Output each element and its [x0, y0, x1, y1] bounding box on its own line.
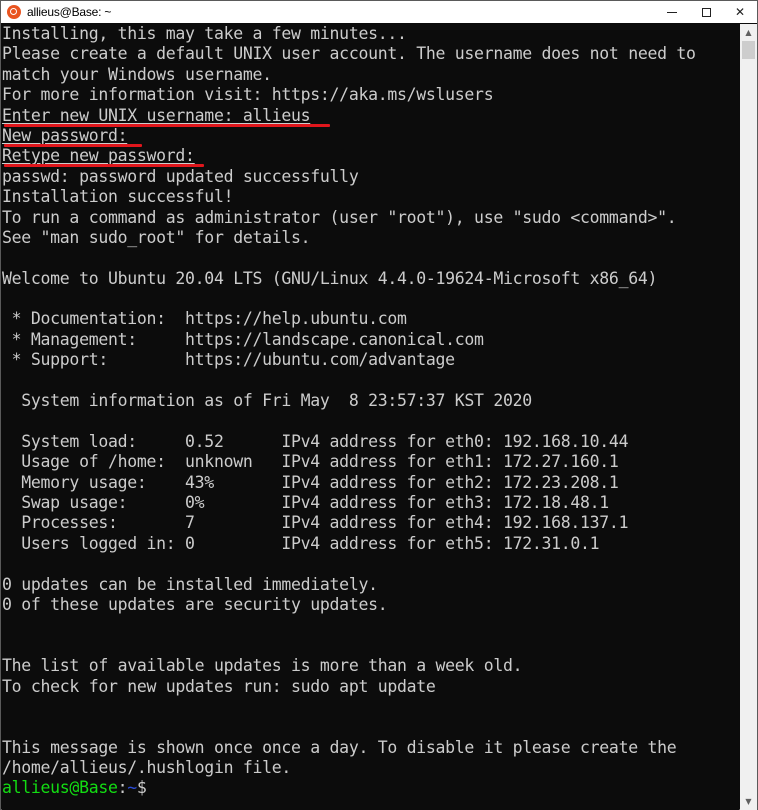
terminal-line: Installing, this may take a few minutes.… [2, 24, 739, 44]
prompt-symbol: $ [136, 778, 147, 798]
terminal-window: allieus@Base: ~ ✕ Installing, this may t… [0, 0, 758, 810]
terminal-line-text: match your Windows username. [2, 64, 272, 84]
terminal-line: See "man sudo_root" for details. [2, 228, 739, 248]
window-title: allieus@Base: ~ [27, 5, 112, 19]
terminal-line-text: 0 of these updates are security updates. [2, 594, 388, 614]
chevron-down-icon: ▼ [745, 797, 752, 806]
terminal-line-text: 0 updates can be installed immediately. [2, 574, 378, 594]
vertical-scrollbar[interactable]: ▲ ▼ [740, 24, 757, 810]
scroll-down-button[interactable]: ▼ [740, 793, 757, 810]
terminal-line: Memory usage: 43% IPv4 address for eth2:… [2, 473, 739, 493]
terminal-line-text: Enter new UNIX username: allieus [2, 105, 311, 125]
terminal-line-text: Retype new password: [2, 146, 195, 166]
terminal-line-text: Swap usage: 0% IPv4 address for eth3: 17… [2, 492, 609, 512]
terminal-line: 0 updates can be installed immediately. [2, 575, 739, 595]
terminal-line: For more information visit: https://aka.… [2, 85, 739, 105]
terminal-line-text: * Management: https://landscape.canonica… [2, 329, 484, 349]
prompt-line[interactable]: allieus@Base:~$ [2, 778, 739, 798]
terminal-line-text: The list of available updates is more th… [2, 656, 523, 676]
terminal-line-text: Installation successful! [2, 187, 234, 207]
prompt-user-host: allieus@Base [2, 778, 118, 798]
terminal-line-text: System load: 0.52 IPv4 address for eth0:… [2, 431, 629, 451]
terminal-line-text: To run a command as administrator (user … [2, 207, 677, 227]
prompt-colon: : [117, 778, 128, 798]
terminal-line: match your Windows username. [2, 65, 739, 85]
terminal-line: Swap usage: 0% IPv4 address for eth3: 17… [2, 493, 739, 513]
chevron-up-icon: ▲ [745, 28, 752, 37]
terminal-line-text: Usage of /home: unknown IPv4 address for… [2, 452, 619, 472]
terminal-line: System load: 0.52 IPv4 address for eth0:… [2, 432, 739, 452]
terminal-line-text: passwd: password updated successfully [2, 166, 359, 186]
terminal-line-text: /home/allieus/.hushlogin file. [2, 758, 292, 778]
terminal-line-text: Memory usage: 43% IPv4 address for eth2:… [2, 472, 619, 492]
scroll-up-button[interactable]: ▲ [740, 24, 757, 41]
terminal-line-text: Users logged in: 0 IPv4 address for eth5… [2, 533, 600, 553]
terminal-line-text: * Support: https://ubuntu.com/advantage [2, 350, 455, 370]
terminal-line-text: Welcome to Ubuntu 20.04 LTS (GNU/Linux 4… [2, 268, 658, 288]
terminal-line-text: * Documentation: https://help.ubuntu.com [2, 309, 407, 329]
terminal-line: New password: [2, 125, 739, 147]
minimize-button[interactable] [655, 1, 689, 23]
terminal-line-text: For more information visit: https://aka.… [2, 85, 494, 105]
terminal-line: Please create a default UNIX user accoun… [2, 44, 739, 64]
terminal-line: Installation successful! [2, 187, 739, 207]
terminal-line: Enter new UNIX username: allieus [2, 105, 739, 127]
terminal-line-text: System information as of Fri May 8 23:57… [2, 391, 532, 411]
terminal-line-text: Please create a default UNIX user accoun… [2, 44, 696, 64]
terminal-line: Users logged in: 0 IPv4 address for eth5… [2, 534, 739, 554]
maximize-icon [701, 7, 711, 17]
terminal-line: Usage of /home: unknown IPv4 address for… [2, 452, 739, 472]
terminal-line: passwd: password updated successfully [2, 167, 739, 187]
terminal-line: * Support: https://ubuntu.com/advantage [2, 350, 739, 370]
terminal-line: 0 of these updates are security updates. [2, 595, 739, 615]
terminal-line: Retype new password: [2, 146, 739, 168]
terminal-line-text: This message is shown once once a day. T… [2, 737, 677, 757]
terminal-line-text: See "man sudo_root" for details. [2, 227, 311, 247]
ubuntu-logo-icon[interactable] [7, 5, 21, 19]
terminal-line: Processes: 7 IPv4 address for eth4: 192.… [2, 513, 739, 533]
title-bar[interactable]: allieus@Base: ~ ✕ [1, 1, 757, 23]
terminal-line: /home/allieus/.hushlogin file. [2, 758, 739, 778]
terminal-line-text: New password: [2, 125, 128, 145]
prompt-path: ~ [127, 778, 137, 798]
terminal-line: To check for new updates run: sudo apt u… [2, 677, 739, 697]
minimize-icon [667, 11, 677, 13]
terminal-line-text: To check for new updates run: sudo apt u… [2, 676, 436, 696]
terminal-line: * Management: https://landscape.canonica… [2, 330, 739, 350]
close-icon: ✕ [734, 5, 746, 19]
terminal-lines: Installing, this may take a few minutes.… [2, 24, 739, 778]
terminal-line: This message is shown once once a day. T… [2, 738, 739, 758]
terminal-line-text: Processes: 7 IPv4 address for eth4: 192.… [2, 513, 629, 533]
terminal-line: The list of available updates is more th… [2, 656, 739, 676]
close-button[interactable]: ✕ [723, 1, 757, 23]
terminal-line: * Documentation: https://help.ubuntu.com [2, 309, 739, 329]
terminal-line: Welcome to Ubuntu 20.04 LTS (GNU/Linux 4… [2, 269, 739, 289]
terminal-output[interactable]: Installing, this may take a few minutes.… [2, 24, 739, 810]
scroll-thumb[interactable] [742, 41, 755, 59]
terminal-line: To run a command as administrator (user … [2, 208, 739, 228]
terminal-line: System information as of Fri May 8 23:57… [2, 391, 739, 411]
terminal-line-text: Installing, this may take a few minutes.… [2, 24, 407, 43]
maximize-button[interactable] [689, 1, 723, 23]
window-controls: ✕ [655, 1, 757, 23]
